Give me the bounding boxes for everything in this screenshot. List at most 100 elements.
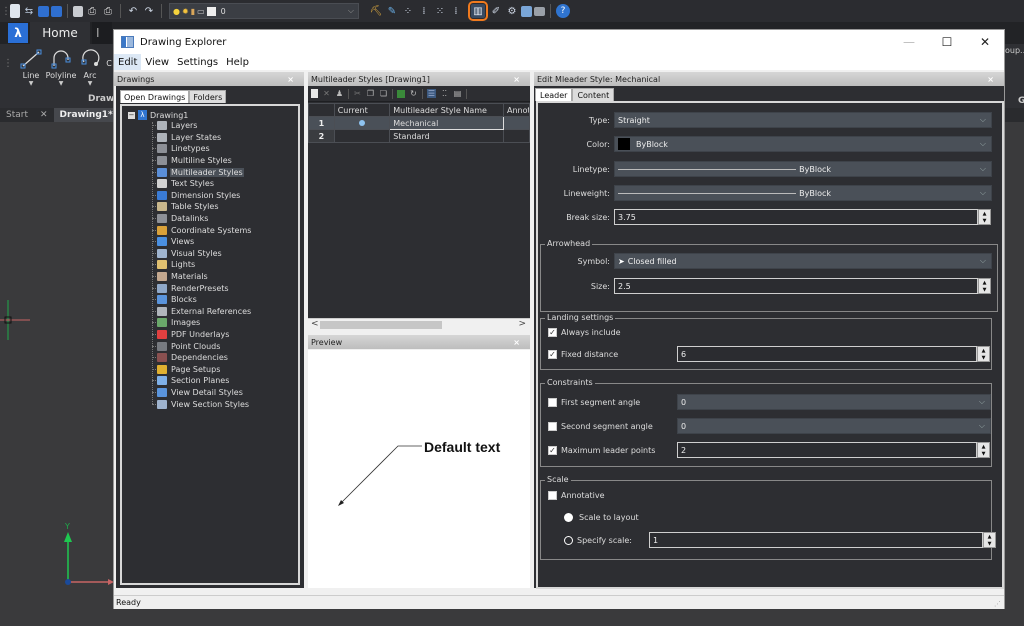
tab-content[interactable]: Content [572,88,615,101]
open-icon[interactable]: ⇆ [22,4,36,18]
scale-to-layout-radio[interactable] [564,513,573,522]
ribbon-tab-home[interactable]: Home [30,22,90,44]
tree-item[interactable]: Views [152,236,252,248]
current-cell[interactable] [333,116,391,130]
spin-up-icon[interactable]: ▲ [982,444,986,450]
delete-icon[interactable]: ✕ [322,89,331,98]
save-icon[interactable] [38,5,49,17]
cut-icon[interactable]: ✂ [353,89,362,98]
tree-item[interactable]: Dependencies [152,352,252,364]
set-current-icon[interactable]: ♟ [335,89,344,98]
spin-down-icon[interactable]: ▼ [982,355,986,361]
fixed-distance-spinner[interactable]: ▲ ▼ [977,346,990,362]
help-icon[interactable]: ? [556,4,570,18]
spin-down-icon[interactable]: ▼ [983,287,987,293]
max-leader-points-checkbox[interactable]: ✓ [548,445,557,455]
plot-preview-icon[interactable] [73,5,83,17]
minimize-button[interactable]: — [890,30,928,54]
spin-up-icon[interactable]: ▲ [982,348,986,354]
pane-close-button[interactable]: × [987,75,994,84]
undo-icon[interactable]: ↶ [126,4,140,18]
pane-close-button[interactable]: × [287,75,294,84]
save-as-icon[interactable] [51,5,62,17]
menu-view[interactable]: View [141,54,173,70]
first-segment-combo[interactable]: 0 ⌵ [677,394,991,410]
type-combo[interactable]: Straight ⌵ [614,112,992,128]
fixed-distance-input[interactable]: 6 [677,346,977,362]
annotative-cell[interactable] [502,129,531,143]
arrow-size-spinner[interactable]: ▲ ▼ [978,278,991,294]
second-segment-checkbox[interactable] [548,421,557,431]
new-icon[interactable] [311,89,318,98]
arc-tool[interactable]: Arc ▼ [76,46,104,87]
layer-combo[interactable]: ● ✹ ▮ ▭ 0 ⌵ [169,3,359,19]
always-include-checkbox[interactable]: ✓ [548,328,557,337]
column-header-annotative[interactable]: Annot [502,103,531,117]
collapse-icon[interactable]: − [128,111,135,119]
tree-item[interactable]: Linetypes [152,143,252,155]
spin-down-icon[interactable]: ▼ [982,451,986,457]
pane-close-button[interactable]: × [513,75,520,84]
column-header-current[interactable]: Current [333,103,391,117]
tree-item[interactable]: Multiline Styles [152,155,252,167]
table-row[interactable]: 1 Mechanical [308,116,531,130]
select-icon[interactable]: ⁘ [401,4,415,18]
spin-up-icon[interactable]: ▲ [983,280,987,286]
specify-scale-spinner[interactable]: ▲ ▼ [983,532,996,548]
max-leader-points-input[interactable]: 2 [677,442,977,458]
annotative-checkbox[interactable] [548,491,557,500]
resize-grip-icon[interactable]: ⋰ [994,600,1001,608]
close-tab-button[interactable]: ✕ [34,108,54,122]
details-view-icon[interactable]: ▤ [453,89,462,98]
tree-item[interactable]: Blocks [152,294,252,306]
app-menu-button[interactable]: λ [8,23,28,43]
tab-leader[interactable]: Leader [535,88,573,101]
doc-tab-start[interactable]: Start [0,108,34,122]
tree-item[interactable]: Text Styles [152,178,252,190]
tab-folders[interactable]: Folders [189,90,227,103]
properties-icon[interactable]: ⁞ [449,4,463,18]
tree-item[interactable]: Materials [152,271,252,283]
image-icon[interactable] [534,6,545,16]
tree-item[interactable]: Layer States [152,132,252,144]
drawing-explorer-icon[interactable]: ▥ [468,1,488,21]
pane-close-button[interactable]: × [513,338,520,347]
import-icon[interactable] [397,89,405,98]
current-cell[interactable] [333,129,391,143]
annotative-row[interactable]: Annotative [548,491,605,500]
redo-icon[interactable]: ↷ [142,4,156,18]
ribbon-tab-insert[interactable]: I [92,22,112,44]
spin-down-icon[interactable]: ▼ [983,218,987,224]
tree-item[interactable]: View Detail Styles [152,387,252,399]
spin-up-icon[interactable]: ▲ [983,211,987,217]
tree-item[interactable]: RenderPresets [152,282,252,294]
tree-item[interactable]: External References [152,306,252,318]
style-name-cell[interactable]: Standard [389,129,504,143]
always-include-row[interactable]: ✓ Always include [548,328,621,337]
scroll-left-arrow[interactable]: < [311,319,319,329]
tree-item[interactable]: Page Setups [152,363,252,375]
second-segment-combo[interactable]: 0 ⌵ [677,418,991,434]
line-tool[interactable]: Line ▼ [14,46,48,87]
max-leader-points-spinner[interactable]: ▲ ▼ [977,442,990,458]
tree-item[interactable]: Lights [152,259,252,271]
arrow-size-input[interactable]: 2.5 [614,278,978,294]
copy-icon[interactable]: ❐ [366,89,375,98]
horizontal-scrollbar[interactable]: < > [308,318,530,330]
tree-item[interactable]: Dimension Styles [152,190,252,202]
break-size-input[interactable]: 3.75 [614,209,978,225]
tree-item[interactable]: Visual Styles [152,248,252,260]
specify-scale-input[interactable]: 1 [649,532,983,548]
dialog-title-bar[interactable]: Drawing Explorer — ☐ ✕ [114,30,1004,54]
scroll-right-arrow[interactable]: > [518,319,526,329]
tree-item[interactable]: Point Clouds [152,340,252,352]
polyline-tool[interactable]: Polyline ▼ [44,46,78,87]
annotative-cell[interactable] [502,116,531,130]
scale-to-layout-row[interactable]: Scale to layout [564,513,639,522]
maximize-button[interactable]: ☐ [928,30,966,54]
tree-item[interactable]: Images [152,317,252,329]
scroll-thumb[interactable] [320,321,442,329]
style-name-cell[interactable]: Mechanical [389,116,504,130]
pick-icon[interactable]: ✎ [385,4,399,18]
list-view-icon[interactable]: ⁚⁚ [440,89,449,98]
